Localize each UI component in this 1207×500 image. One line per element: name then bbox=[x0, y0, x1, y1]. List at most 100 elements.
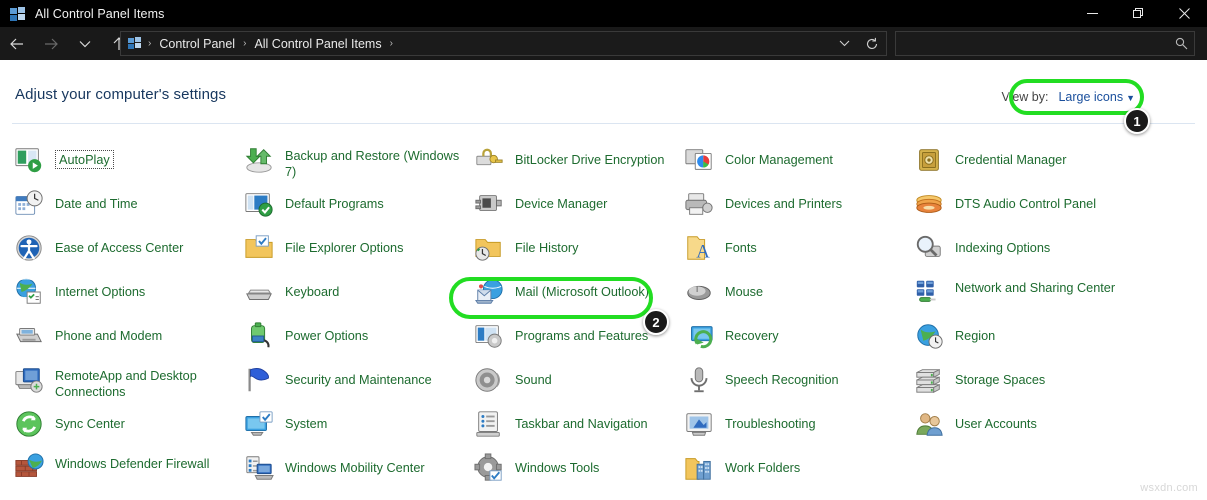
control-panel-item-label[interactable]: Recovery bbox=[725, 323, 779, 344]
control-panel-item-label[interactable]: BitLocker Drive Encryption bbox=[515, 147, 665, 168]
control-panel-item-label[interactable]: Windows Tools bbox=[515, 455, 599, 476]
control-panel-item-windows-tools[interactable]: Windows Tools bbox=[460, 453, 670, 497]
control-panel-item-device-manager[interactable]: Device Manager bbox=[460, 189, 670, 233]
control-panel-item-ease-of-access-center[interactable]: Ease of Access Center bbox=[0, 233, 230, 277]
control-panel-item-sound[interactable]: Sound bbox=[460, 365, 670, 409]
control-panel-item-label[interactable]: Mouse bbox=[725, 279, 763, 300]
control-panel-item-label[interactable]: Default Programs bbox=[285, 191, 384, 212]
control-panel-item-label[interactable]: Troubleshooting bbox=[725, 411, 816, 432]
search-input[interactable] bbox=[896, 36, 1168, 51]
control-panel-item-phone-and-modem[interactable]: Phone and Modem bbox=[0, 321, 230, 365]
address-bar[interactable]: › Control Panel › All Control Panel Item… bbox=[120, 31, 887, 56]
control-panel-item-mail-microsoft-outlook[interactable]: Mail (Microsoft Outlook) bbox=[460, 277, 670, 321]
control-panel-item-label[interactable]: Keyboard bbox=[285, 279, 339, 300]
control-panel-item-label[interactable]: Power Options bbox=[285, 323, 368, 344]
view-by-value[interactable]: Large icons bbox=[1058, 90, 1123, 104]
control-panel-item-label[interactable]: Device Manager bbox=[515, 191, 607, 212]
control-panel-item-system[interactable]: System bbox=[230, 409, 460, 453]
control-panel-item-label[interactable]: AutoPlay bbox=[55, 150, 114, 169]
chevron-down-icon[interactable]: ▼ bbox=[1126, 93, 1135, 103]
minimize-icon[interactable] bbox=[1069, 0, 1115, 27]
close-icon[interactable] bbox=[1161, 0, 1207, 27]
search-icon[interactable] bbox=[1168, 37, 1194, 50]
control-panel-item-file-explorer-options[interactable]: File Explorer Options bbox=[230, 233, 460, 277]
view-by-value-group[interactable]: Large icons ▼ bbox=[1058, 88, 1135, 106]
control-panel-item-remoteapp-and-desktop-connections[interactable]: RemoteApp and Desktop Connections bbox=[0, 365, 230, 409]
control-panel-item-label[interactable]: File Explorer Options bbox=[285, 235, 403, 256]
control-panel-item-color-management[interactable]: Color Management bbox=[670, 145, 900, 189]
restore-icon[interactable] bbox=[1115, 0, 1161, 27]
control-panel-item-label[interactable]: Windows Mobility Center bbox=[285, 455, 425, 476]
control-panel-item-label[interactable]: Taskbar and Navigation bbox=[515, 411, 648, 432]
control-panel-item-label[interactable]: Work Folders bbox=[725, 455, 800, 476]
breadcrumb-item-control-panel[interactable]: Control Panel bbox=[156, 37, 238, 51]
control-panel-item-storage-spaces[interactable]: Storage Spaces bbox=[900, 365, 1190, 409]
control-panel-item-label[interactable]: RemoteApp and Desktop Connections bbox=[55, 367, 230, 400]
refresh-icon[interactable] bbox=[858, 32, 886, 55]
navigation-bar: › Control Panel › All Control Panel Item… bbox=[0, 27, 1207, 60]
control-panel-item-security-and-maintenance[interactable]: Security and Maintenance bbox=[230, 365, 460, 409]
control-panel-item-credential-manager[interactable]: Credential Manager bbox=[900, 145, 1190, 189]
control-panel-item-label[interactable]: Backup and Restore (Windows 7) bbox=[285, 147, 460, 180]
control-panel-item-recovery[interactable]: Recovery bbox=[670, 321, 900, 365]
control-panel-item-label[interactable]: Credential Manager bbox=[955, 147, 1066, 168]
recent-locations-chevron-down-icon[interactable] bbox=[68, 27, 102, 60]
control-panel-item-label[interactable]: Speech Recognition bbox=[725, 367, 839, 388]
breadcrumb-item-all-control-panel-items[interactable]: All Control Panel Items bbox=[251, 37, 384, 51]
control-panel-item-label[interactable]: Color Management bbox=[725, 147, 833, 168]
control-panel-item-programs-and-features[interactable]: Programs and Features bbox=[460, 321, 670, 365]
control-panel-item-label[interactable]: System bbox=[285, 411, 327, 432]
control-panel-item-windows-mobility-center[interactable]: Windows Mobility Center bbox=[230, 453, 460, 497]
control-panel-item-label[interactable]: DTS Audio Control Panel bbox=[955, 191, 1096, 212]
control-panel-item-label[interactable]: File History bbox=[515, 235, 578, 256]
control-panel-item-label[interactable]: Internet Options bbox=[55, 279, 145, 300]
control-panel-item-file-history[interactable]: File History bbox=[460, 233, 670, 277]
control-panel-item-label[interactable]: Fonts bbox=[725, 235, 757, 256]
control-panel-item-mouse[interactable]: Mouse bbox=[670, 277, 900, 321]
control-panel-item-label[interactable]: Region bbox=[955, 323, 995, 344]
control-panel-item-label[interactable]: Indexing Options bbox=[955, 235, 1050, 256]
control-panel-item-label[interactable]: Phone and Modem bbox=[55, 323, 162, 344]
control-panel-item-dts-audio-control-panel[interactable]: DTS Audio Control Panel bbox=[900, 189, 1190, 233]
history-chevron-down-icon[interactable] bbox=[830, 32, 858, 55]
control-panel-item-label[interactable]: Windows Defender Firewall bbox=[55, 455, 209, 472]
control-panel-item-label[interactable]: Programs and Features bbox=[515, 323, 648, 344]
control-panel-item-label[interactable]: Devices and Printers bbox=[725, 191, 842, 212]
control-panel-item-internet-options[interactable]: Internet Options bbox=[0, 277, 230, 321]
control-panel-item-devices-and-printers[interactable]: Devices and Printers bbox=[670, 189, 900, 233]
control-panel-item-fonts[interactable]: A Fonts bbox=[670, 233, 900, 277]
taskbar-navigation-icon bbox=[474, 409, 504, 439]
control-panel-item-taskbar-and-navigation[interactable]: Taskbar and Navigation bbox=[460, 409, 670, 453]
forward-arrow-icon[interactable] bbox=[34, 27, 68, 60]
control-panel-item-label[interactable]: Network and Sharing Center bbox=[955, 279, 1115, 296]
control-panel-item-label[interactable]: Security and Maintenance bbox=[285, 367, 432, 388]
back-arrow-icon[interactable] bbox=[0, 27, 34, 60]
troubleshooting-icon bbox=[684, 409, 714, 439]
control-panel-item-date-and-time[interactable]: Date and Time bbox=[0, 189, 230, 233]
control-panel-item-power-options[interactable]: Power Options bbox=[230, 321, 460, 365]
control-panel-item-region[interactable]: Region bbox=[900, 321, 1190, 365]
control-panel-item-label[interactable]: Sound bbox=[515, 367, 552, 388]
control-panel-item-label[interactable]: User Accounts bbox=[955, 411, 1037, 432]
control-panel-item-autoplay[interactable]: AutoPlay bbox=[0, 145, 230, 189]
control-panel-item-keyboard[interactable]: Keyboard bbox=[230, 277, 460, 321]
control-panel-item-network-and-sharing-center[interactable]: Network and Sharing Center bbox=[900, 277, 1190, 321]
search-box[interactable] bbox=[895, 31, 1195, 56]
control-panel-item-label[interactable]: Storage Spaces bbox=[955, 367, 1045, 388]
control-panel-item-backup-and-restore-windows-7[interactable]: Backup and Restore (Windows 7) bbox=[230, 145, 460, 189]
control-panel-item-user-accounts[interactable]: User Accounts bbox=[900, 409, 1190, 453]
control-panel-item-indexing-options[interactable]: Indexing Options bbox=[900, 233, 1190, 277]
control-panel-item-label[interactable]: Mail (Microsoft Outlook) bbox=[515, 279, 649, 300]
control-panel-item-bitlocker-drive-encryption[interactable]: BitLocker Drive Encryption bbox=[460, 145, 670, 189]
internet-options-icon bbox=[12, 277, 44, 307]
control-panel-item-default-programs[interactable]: Default Programs bbox=[230, 189, 460, 233]
control-panel-item-sync-center[interactable]: Sync Center bbox=[0, 409, 230, 453]
control-panel-item-windows-defender-firewall[interactable]: Windows Defender Firewall bbox=[0, 453, 230, 497]
control-panel-item-speech-recognition[interactable]: Speech Recognition bbox=[670, 365, 900, 409]
view-by-control[interactable]: View by: Large icons ▼ bbox=[1001, 88, 1135, 106]
control-panel-item-label[interactable]: Sync Center bbox=[55, 411, 125, 432]
control-panel-item-label[interactable]: Date and Time bbox=[55, 191, 138, 212]
control-panel-item-work-folders[interactable]: Work Folders bbox=[670, 453, 900, 497]
control-panel-item-label[interactable]: Ease of Access Center bbox=[55, 235, 183, 256]
control-panel-item-troubleshooting[interactable]: Troubleshooting bbox=[670, 409, 900, 453]
